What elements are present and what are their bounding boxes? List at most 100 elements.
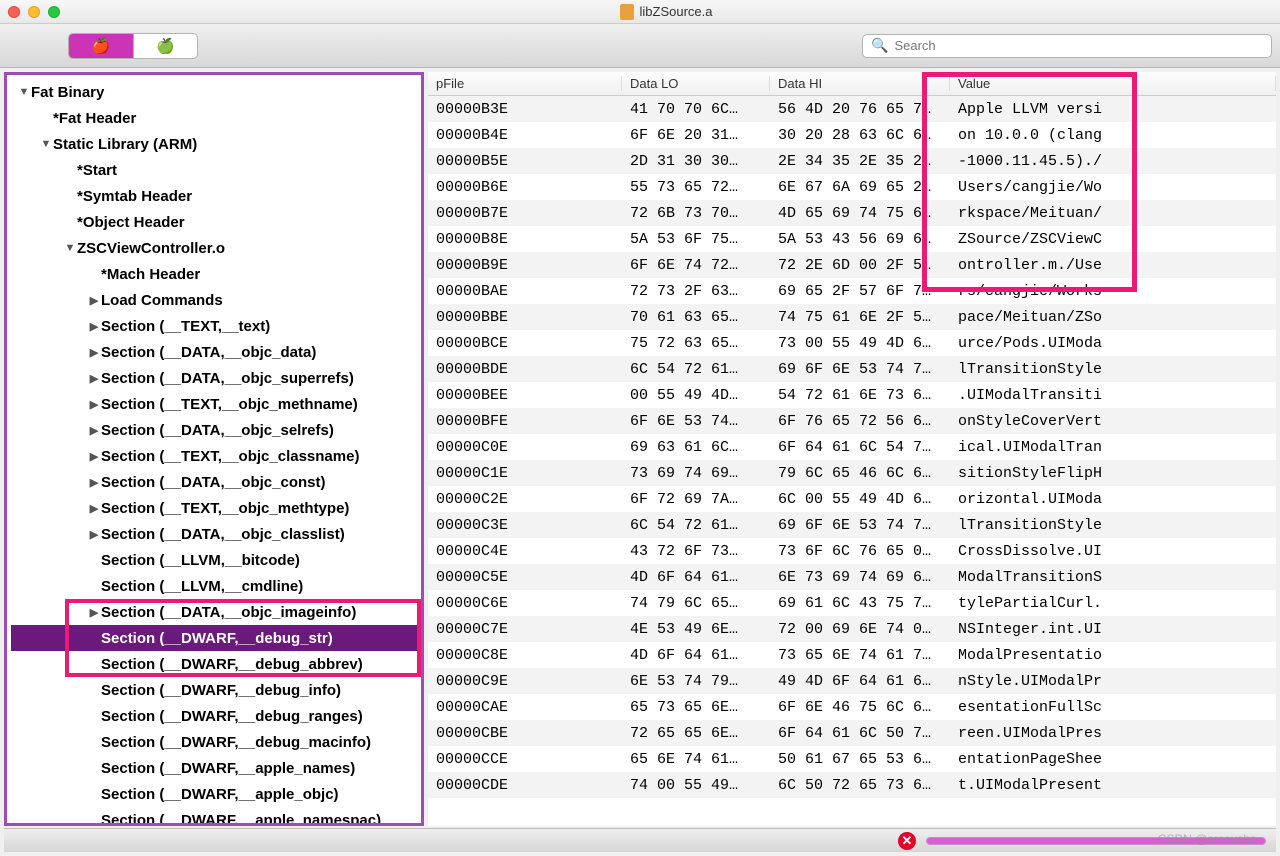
table-row[interactable]: 00000CDE74 00 55 49…6C 50 72 65 73 6…t.U… <box>428 772 1276 798</box>
tree-node[interactable]: ▶Section (__TEXT,__text) <box>11 313 421 339</box>
cell: entationPageShee <box>950 751 1276 768</box>
disclosure-arrow-icon[interactable]: ▶ <box>87 320 101 333</box>
table-row[interactable]: 00000C8E4D 6F 64 61…73 65 6E 74 61 7…Mod… <box>428 642 1276 668</box>
table-row[interactable]: 00000B9E6F 6E 74 72…72 2E 6D 00 2F 5…ont… <box>428 252 1276 278</box>
tree-node[interactable]: ▶Section (__TEXT,__objc_classname) <box>11 443 421 469</box>
cell: ModalPresentatio <box>950 647 1276 664</box>
tree-node-label: Section (__DWARF,__apple_names) <box>101 760 355 777</box>
table-row[interactable]: 00000B6E55 73 65 72…6E 67 6A 69 65 2…Use… <box>428 174 1276 200</box>
disclosure-arrow-icon[interactable]: ▶ <box>87 424 101 437</box>
table-row[interactable]: 00000BAE72 73 2F 63…69 65 2F 57 6F 7…rs/… <box>428 278 1276 304</box>
col-value[interactable]: Value <box>950 76 1276 91</box>
table-body[interactable]: 00000B3E41 70 70 6C…56 4D 20 76 65 7…App… <box>428 96 1276 798</box>
tree-node[interactable]: ▼ZSCViewController.o <box>11 235 421 261</box>
table-row[interactable]: 00000B5E2D 31 30 30…2E 34 35 2E 35 2…-10… <box>428 148 1276 174</box>
disclosure-arrow-icon[interactable]: ▶ <box>87 398 101 411</box>
table-row[interactable]: 00000C2E6F 72 69 7A…6C 00 55 49 4D 6…ori… <box>428 486 1276 512</box>
table-row[interactable]: 00000B7E72 6B 73 70…4D 65 69 74 75 6…rks… <box>428 200 1276 226</box>
tree-node[interactable]: ▼Static Library (ARM) <box>11 131 421 157</box>
search-input[interactable] <box>894 38 1263 53</box>
disclosure-arrow-icon[interactable]: ▼ <box>39 138 53 150</box>
table-row[interactable]: 00000C3E6C 54 72 61…69 6F 6E 53 74 7…lTr… <box>428 512 1276 538</box>
tree-node[interactable]: ▶Section (__DATA,__objc_classlist) <box>11 521 421 547</box>
disclosure-arrow-icon[interactable]: ▶ <box>87 294 101 307</box>
tree-node[interactable]: *Symtab Header <box>11 183 421 209</box>
tree-node-label: Section (__DWARF,__debug_str) <box>101 630 333 647</box>
tree-node[interactable]: Section (__DWARF,__debug_abbrev) <box>11 651 421 677</box>
seg-view-b[interactable]: 🍏 <box>133 34 197 58</box>
tree-node[interactable]: *Fat Header <box>11 105 421 131</box>
tree-node[interactable]: Section (__DWARF,__debug_str) <box>11 625 421 651</box>
disclosure-arrow-icon[interactable]: ▼ <box>17 86 31 98</box>
table-row[interactable]: 00000CCE65 6E 74 61…50 61 67 65 53 6…ent… <box>428 746 1276 772</box>
disclosure-arrow-icon[interactable]: ▶ <box>87 450 101 463</box>
cell: ModalTransitionS <box>950 569 1276 586</box>
tree-node-label: Load Commands <box>101 292 223 309</box>
tree-node[interactable]: Section (__DWARF,__debug_ranges) <box>11 703 421 729</box>
tree-node[interactable]: Section (__DWARF,__apple_namespac) <box>11 807 421 826</box>
tree-node-label: Static Library (ARM) <box>53 136 197 153</box>
table-row[interactable]: 00000B4E6F 6E 20 31…30 20 28 63 6C 6…on … <box>428 122 1276 148</box>
col-data-hi[interactable]: Data HI <box>770 76 950 91</box>
view-segmented-control[interactable]: 🍎 🍏 <box>68 33 198 59</box>
tree-node[interactable]: *Mach Header <box>11 261 421 287</box>
disclosure-arrow-icon[interactable]: ▼ <box>63 242 77 254</box>
cell: 5A 53 43 56 69 6… <box>770 231 950 248</box>
tree-node[interactable]: Section (__LLVM,__bitcode) <box>11 547 421 573</box>
disclosure-arrow-icon[interactable]: ▶ <box>87 502 101 515</box>
disclosure-arrow-icon[interactable]: ▶ <box>87 606 101 619</box>
tree-node[interactable]: Section (__DWARF,__apple_names) <box>11 755 421 781</box>
minimize-icon[interactable] <box>28 6 40 18</box>
table-row[interactable]: 00000C5E4D 6F 64 61…6E 73 69 74 69 6…Mod… <box>428 564 1276 590</box>
tree-node[interactable]: ▶Section (__DATA,__objc_selrefs) <box>11 417 421 443</box>
table-row[interactable]: 00000C0E69 63 61 6C…6F 64 61 6C 54 7…ica… <box>428 434 1276 460</box>
tree-node[interactable]: Section (__LLVM,__cmdline) <box>11 573 421 599</box>
disclosure-arrow-icon[interactable]: ▶ <box>87 346 101 359</box>
table-row[interactable]: 00000BFE6F 6E 53 74…6F 76 65 72 56 6…onS… <box>428 408 1276 434</box>
tree-node-label: *Start <box>77 162 117 179</box>
col-data-lo[interactable]: Data LO <box>622 76 770 91</box>
tree-node[interactable]: *Start <box>11 157 421 183</box>
table-row[interactable]: 00000C4E43 72 6F 73…73 6F 6C 76 65 0…Cro… <box>428 538 1276 564</box>
table-row[interactable]: 00000BEE00 55 49 4D…54 72 61 6E 73 6….UI… <box>428 382 1276 408</box>
cell: 73 69 74 69… <box>622 465 770 482</box>
seg-view-a[interactable]: 🍎 <box>69 34 133 58</box>
cell: 69 6F 6E 53 74 7… <box>770 517 950 534</box>
tree-node[interactable]: ▶Section (__TEXT,__objc_methname) <box>11 391 421 417</box>
tree-node[interactable]: ▶Section (__DATA,__objc_superrefs) <box>11 365 421 391</box>
cell: 4E 53 49 6E… <box>622 621 770 638</box>
zoom-icon[interactable] <box>48 6 60 18</box>
tree-node[interactable]: ▶Section (__TEXT,__objc_methtype) <box>11 495 421 521</box>
table-row[interactable]: 00000C7E4E 53 49 6E…72 00 69 6E 74 0…NSI… <box>428 616 1276 642</box>
tree-node[interactable]: ▶Section (__DATA,__objc_data) <box>11 339 421 365</box>
table-row[interactable]: 00000BCE75 72 63 65…73 00 55 49 4D 6…urc… <box>428 330 1276 356</box>
tree-node[interactable]: Section (__DWARF,__debug_macinfo) <box>11 729 421 755</box>
cell: lTransitionStyle <box>950 361 1276 378</box>
close-icon[interactable] <box>8 6 20 18</box>
tree-node[interactable]: ▶Section (__DATA,__objc_imageinfo) <box>11 599 421 625</box>
tree-node[interactable]: *Object Header <box>11 209 421 235</box>
table-row[interactable]: 00000CAE65 73 65 6E…6F 6E 46 75 6C 6…ese… <box>428 694 1276 720</box>
table-row[interactable]: 00000C1E73 69 74 69…79 6C 65 46 6C 6…sit… <box>428 460 1276 486</box>
tree-node[interactable]: ▼Fat Binary <box>11 79 421 105</box>
tree-node[interactable]: Section (__DWARF,__debug_info) <box>11 677 421 703</box>
cell: tylePartialCurl. <box>950 595 1276 612</box>
disclosure-arrow-icon[interactable]: ▶ <box>87 528 101 541</box>
error-icon[interactable]: ✕ <box>898 832 916 850</box>
table-row[interactable]: 00000B8E5A 53 6F 75…5A 53 43 56 69 6…ZSo… <box>428 226 1276 252</box>
sidebar-tree[interactable]: ▼Fat Binary*Fat Header▼Static Library (A… <box>4 72 424 826</box>
tree-node[interactable]: Section (__DWARF,__apple_objc) <box>11 781 421 807</box>
col-pfile[interactable]: pFile <box>428 76 622 91</box>
tree-node[interactable]: ▶Section (__DATA,__objc_const) <box>11 469 421 495</box>
table-row[interactable]: 00000B3E41 70 70 6C…56 4D 20 76 65 7…App… <box>428 96 1276 122</box>
table-row[interactable]: 00000C9E6E 53 74 79…49 4D 6F 64 61 6…nSt… <box>428 668 1276 694</box>
table-row[interactable]: 00000CBE72 65 65 6E…6F 64 61 6C 50 7…ree… <box>428 720 1276 746</box>
table-row[interactable]: 00000BBE70 61 63 65…74 75 61 6E 2F 5…pac… <box>428 304 1276 330</box>
search-field[interactable]: 🔍 <box>862 34 1272 58</box>
table-row[interactable]: 00000C6E74 79 6C 65…69 61 6C 43 75 7…tyl… <box>428 590 1276 616</box>
tree-node[interactable]: ▶Load Commands <box>11 287 421 313</box>
table-row[interactable]: 00000BDE6C 54 72 61…69 6F 6E 53 74 7…lTr… <box>428 356 1276 382</box>
disclosure-arrow-icon[interactable]: ▶ <box>87 476 101 489</box>
cell: 74 79 6C 65… <box>622 595 770 612</box>
disclosure-arrow-icon[interactable]: ▶ <box>87 372 101 385</box>
